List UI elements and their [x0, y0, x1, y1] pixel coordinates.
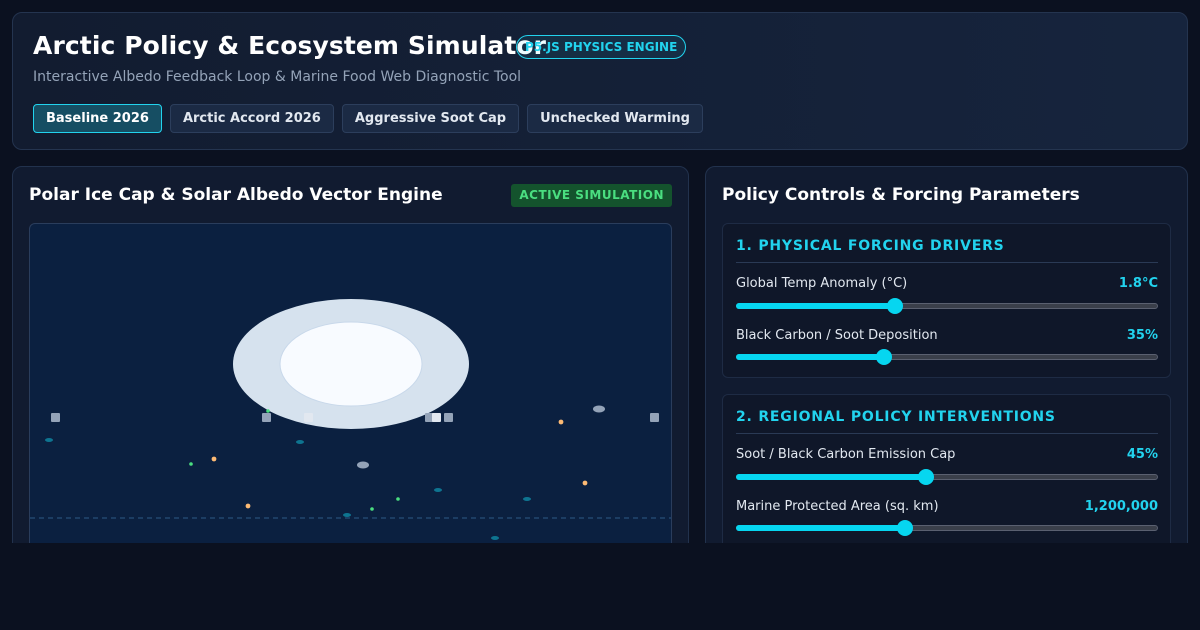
slider-fill — [736, 474, 926, 480]
app-viewport: Arctic Policy & Ecosystem Simulator P5.J… — [0, 0, 1200, 543]
simulation-panel-title: Polar Ice Cap & Solar Albedo Vector Engi… — [29, 185, 443, 205]
ice-cap-core — [279, 321, 423, 407]
particle-soot — [51, 413, 60, 422]
slider-thumb[interactable] — [886, 298, 903, 314]
particle-plankton — [370, 507, 374, 511]
temp-anomaly-value: 1.8°C — [1118, 276, 1158, 291]
emission-cap-label: Soot / Black Carbon Emission Cap — [736, 447, 956, 462]
particle-fish — [245, 503, 251, 509]
particle-soot — [444, 413, 453, 422]
policy-interventions-section-title: 2. REGIONAL POLICY INTERVENTIONS — [736, 409, 1056, 425]
scenario-baseline-2026-button[interactable]: Baseline 2026 — [33, 104, 162, 133]
policy-interventions-section: 2. REGIONAL POLICY INTERVENTIONS Soot / … — [722, 394, 1171, 543]
simulation-svg — [30, 299, 671, 540]
page-title: Arctic Policy & Ecosystem Simulator — [33, 31, 547, 60]
section-divider — [736, 433, 1158, 434]
particle-soot — [304, 413, 313, 422]
slider-thumb[interactable] — [896, 520, 913, 536]
particle-krill — [296, 440, 304, 444]
particle-krill — [491, 536, 499, 540]
particle-plankton — [266, 409, 270, 413]
particle-seal — [593, 405, 605, 413]
particle-soot — [650, 413, 659, 422]
particle-plankton — [189, 462, 193, 466]
particle-fish — [558, 419, 564, 425]
slider-fill — [736, 354, 884, 360]
section-divider — [736, 262, 1158, 263]
scenario-tabs: Baseline 2026 Arctic Accord 2026 Aggress… — [33, 104, 703, 133]
slider-thumb[interactable] — [875, 349, 892, 365]
slider-fill — [736, 525, 905, 531]
particle-fish — [582, 480, 588, 486]
slider-fill — [736, 303, 895, 309]
physical-forcing-section-title: 1. PHYSICAL FORCING DRIVERS — [736, 238, 1005, 254]
scenario-soot-cap-button[interactable]: Aggressive Soot Cap — [341, 104, 520, 133]
simulation-status-badge: ACTIVE SIMULATION — [511, 184, 672, 207]
controls-panel-title: Policy Controls & Forcing Parameters — [722, 185, 1080, 205]
particle-fish — [211, 456, 217, 462]
page-subtitle: Interactive Albedo Feedback Loop & Marin… — [33, 69, 522, 85]
marine-protected-area-value: 1,200,000 — [1084, 499, 1158, 514]
scenario-arctic-accord-button[interactable]: Arctic Accord 2026 — [169, 104, 334, 133]
marine-protected-area-slider[interactable] — [736, 520, 1158, 536]
engine-badge: P5.JS PHYSICS ENGINE — [516, 35, 687, 59]
simulation-canvas[interactable] — [29, 223, 672, 543]
particle-krill — [343, 513, 351, 517]
soot-deposition-value: 35% — [1126, 328, 1158, 343]
particle-soot — [262, 413, 271, 422]
particle-krill — [434, 488, 442, 492]
simulation-panel: Polar Ice Cap & Solar Albedo Vector Engi… — [12, 166, 689, 543]
controls-panel: Policy Controls & Forcing Parameters 1. … — [705, 166, 1188, 543]
temp-anomaly-label: Global Temp Anomaly (°C) — [736, 276, 908, 291]
particle-seal — [357, 461, 369, 469]
emission-cap-slider[interactable] — [736, 469, 1158, 485]
particle-krill — [523, 497, 531, 501]
particle-plankton — [396, 497, 400, 501]
marine-protected-area-label: Marine Protected Area (sq. km) — [736, 499, 939, 514]
app-header: Arctic Policy & Ecosystem Simulator P5.J… — [12, 12, 1188, 150]
physical-forcing-section: 1. PHYSICAL FORCING DRIVERS Global Temp … — [722, 223, 1171, 378]
soot-deposition-slider[interactable] — [736, 349, 1158, 365]
particle-krill — [45, 438, 53, 442]
slider-thumb[interactable] — [917, 469, 934, 485]
particle-soot — [432, 413, 441, 422]
emission-cap-value: 45% — [1126, 447, 1158, 462]
temp-anomaly-slider[interactable] — [736, 298, 1158, 314]
soot-deposition-label: Black Carbon / Soot Deposition — [736, 328, 938, 343]
scenario-unchecked-warming-button[interactable]: Unchecked Warming — [527, 104, 703, 133]
